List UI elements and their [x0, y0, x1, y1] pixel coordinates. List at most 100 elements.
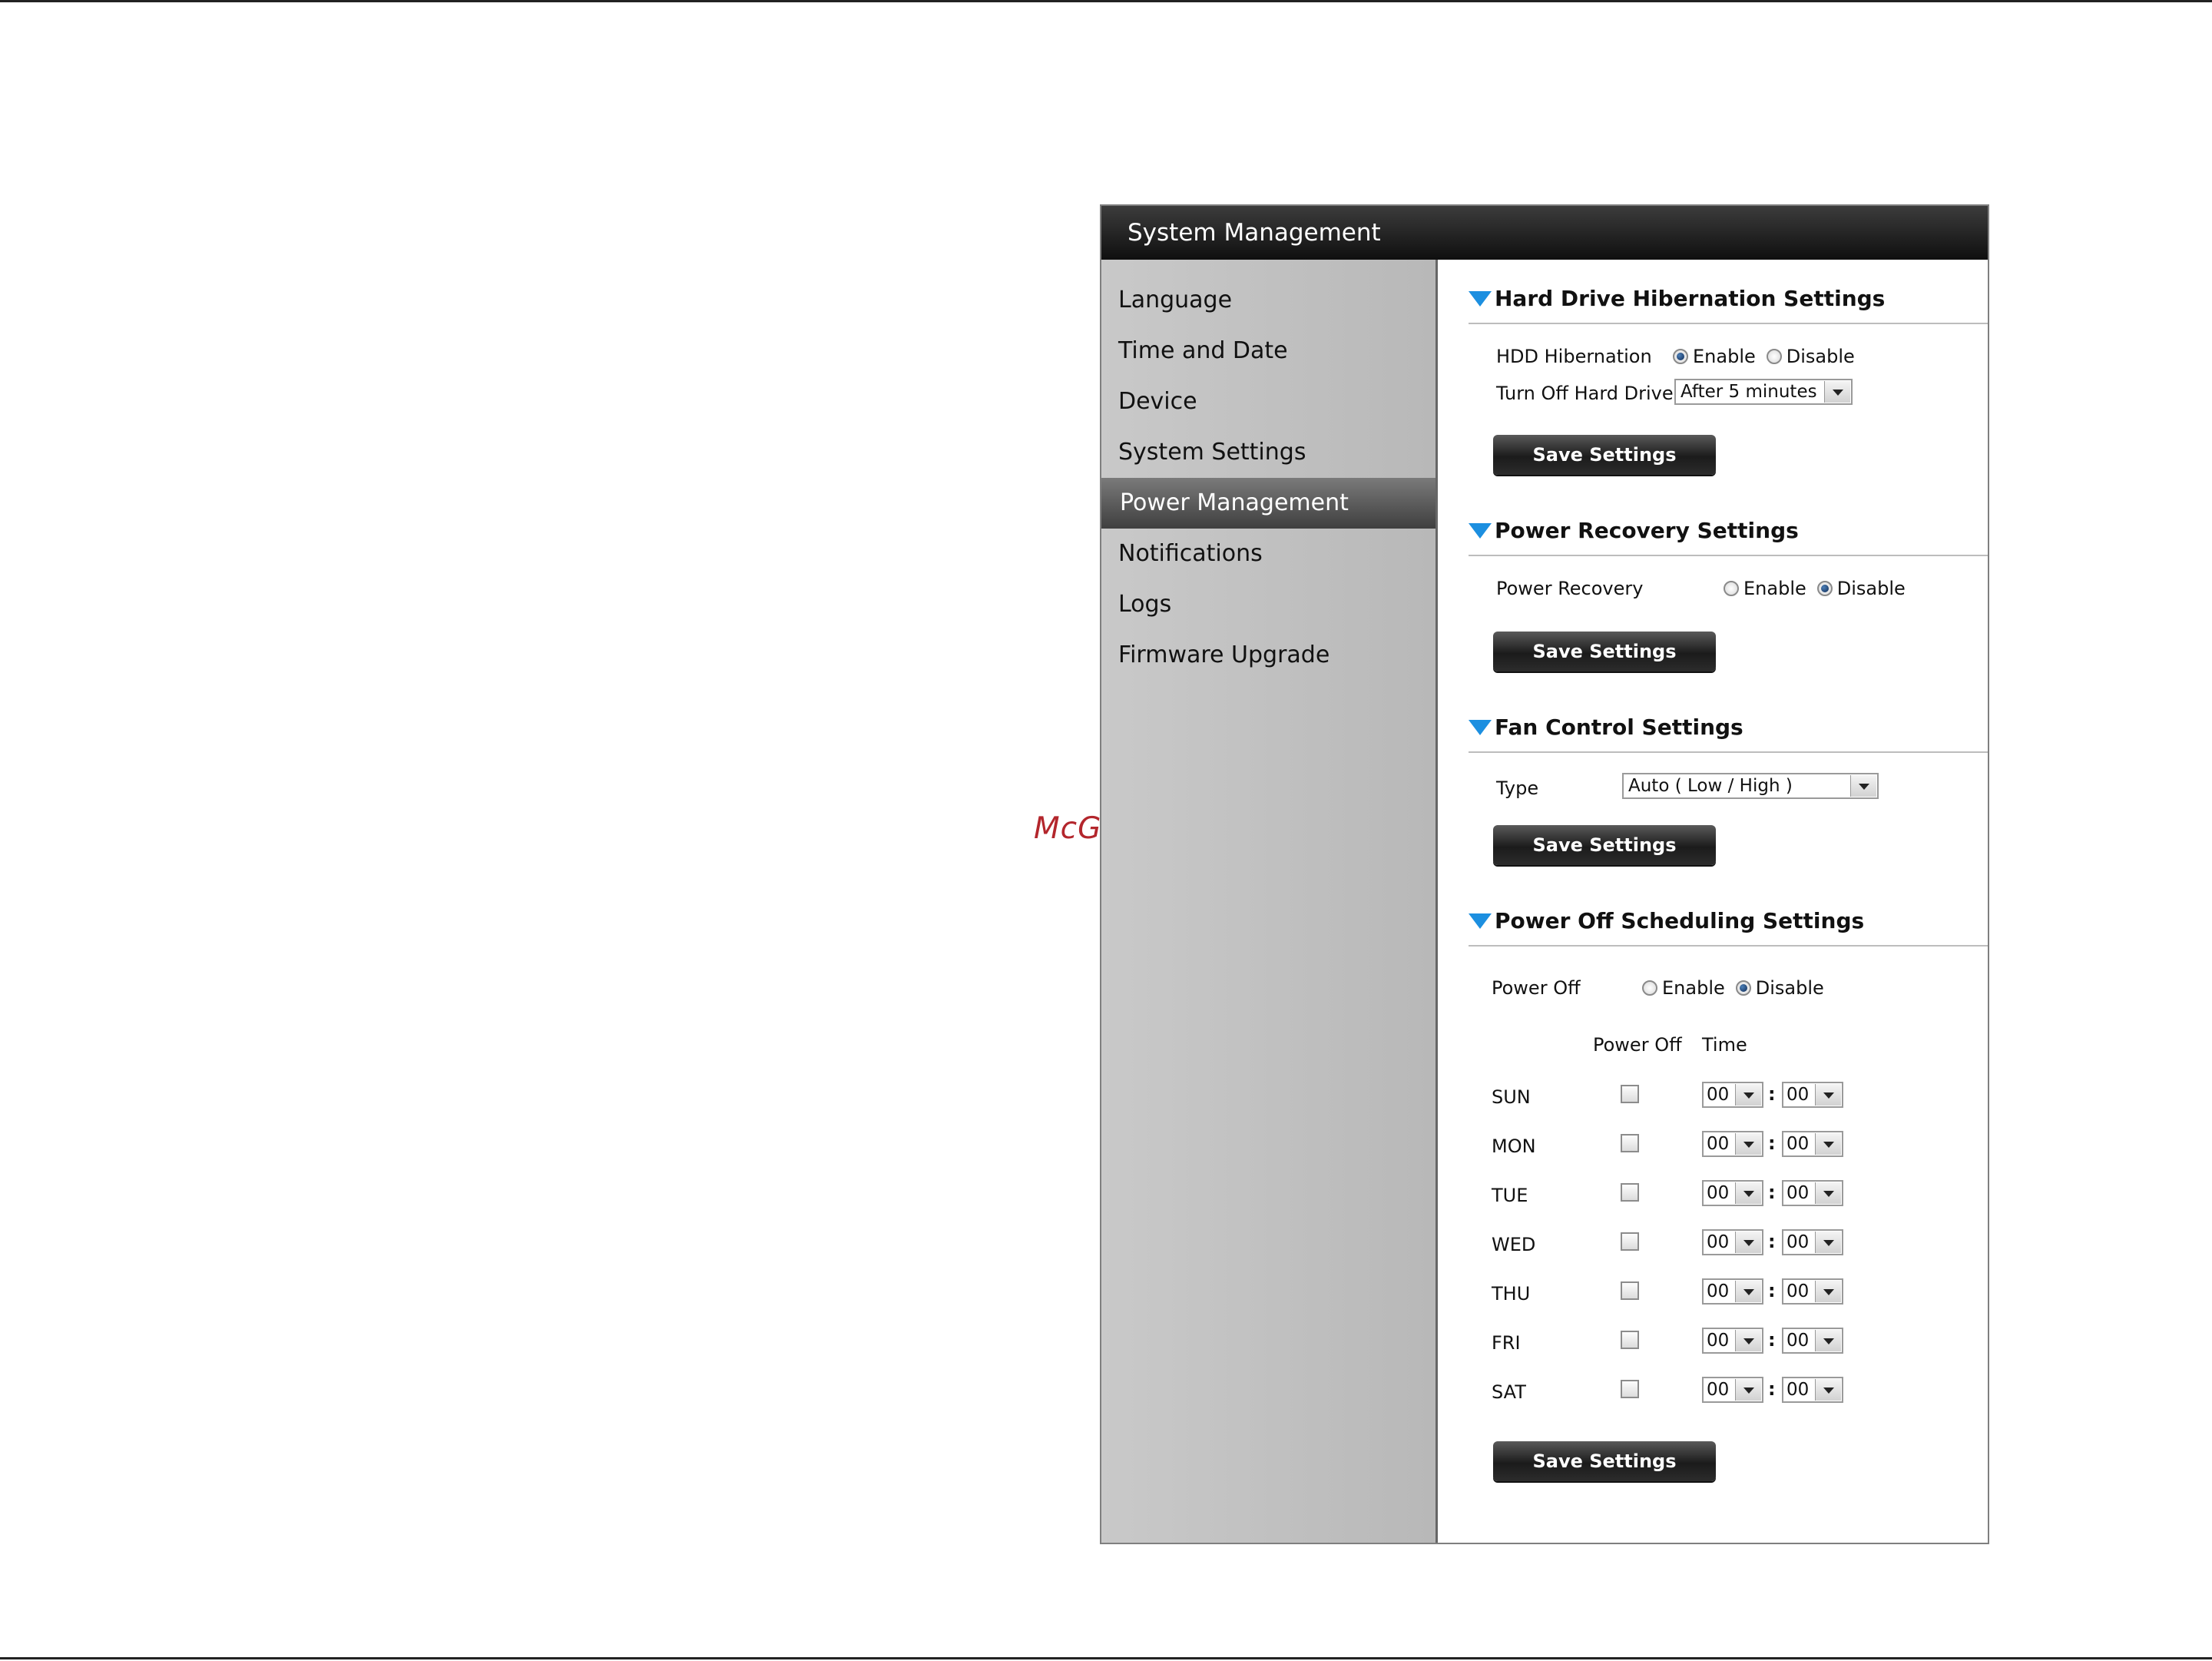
- poweroff-disable-label: Disable: [1755, 977, 1824, 999]
- collapse-triangle-icon[interactable]: [1469, 913, 1492, 929]
- chevron-down-icon[interactable]: [1735, 1379, 1761, 1401]
- recovery-section-title: Power Recovery Settings: [1469, 518, 1799, 543]
- sidebar-item-notifications[interactable]: Notifications: [1101, 529, 1435, 579]
- hour-select[interactable]: 00: [1702, 1082, 1763, 1108]
- hibernation-save-button[interactable]: Save Settings: [1493, 435, 1716, 475]
- sidebar-item-system-settings[interactable]: System Settings: [1101, 427, 1435, 478]
- chevron-down-icon[interactable]: [1815, 1084, 1841, 1106]
- day-power-off-checkbox[interactable]: [1621, 1183, 1639, 1202]
- sidebar-item-power-management[interactable]: Power Management: [1101, 478, 1435, 529]
- recovery-disable-radio[interactable]: [1816, 581, 1833, 596]
- minute-select[interactable]: 00: [1782, 1180, 1843, 1206]
- time-separator: :: [1768, 1231, 1776, 1252]
- chevron-down-icon[interactable]: [1735, 1281, 1761, 1302]
- sidebar-item-logs[interactable]: Logs: [1101, 579, 1435, 630]
- sidebar-item-device[interactable]: Device: [1101, 376, 1435, 427]
- day-power-off-checkbox[interactable]: [1621, 1380, 1639, 1398]
- chevron-down-icon[interactable]: [1735, 1084, 1761, 1106]
- hour-select[interactable]: 00: [1702, 1377, 1763, 1403]
- sidebar: Language Time and Date Device System Set…: [1101, 260, 1438, 1543]
- power-recovery-label: Power Recovery: [1496, 578, 1644, 599]
- minute-select[interactable]: 00: [1782, 1377, 1843, 1403]
- chevron-down-icon[interactable]: [1735, 1133, 1761, 1155]
- hdd-enable-radio[interactable]: [1673, 349, 1688, 364]
- power-recovery-radio-group: Enable Disable: [1724, 578, 1916, 599]
- section-divider: [1469, 945, 1988, 947]
- hour-select[interactable]: 00: [1702, 1131, 1763, 1157]
- hour-value: 00: [1707, 1134, 1730, 1154]
- chevron-down-icon[interactable]: [1735, 1330, 1761, 1351]
- chevron-down-icon[interactable]: [1815, 1281, 1841, 1302]
- col-header-time: Time: [1702, 1034, 1747, 1056]
- collapse-triangle-icon[interactable]: [1469, 719, 1492, 735]
- hour-select[interactable]: 00: [1702, 1180, 1763, 1206]
- recovery-enable-radio[interactable]: [1724, 581, 1739, 596]
- window-title: System Management: [1101, 206, 1988, 260]
- fan-section-title: Fan Control Settings: [1469, 714, 1743, 740]
- hour-value: 00: [1707, 1085, 1730, 1105]
- chevron-down-icon[interactable]: [1815, 1232, 1841, 1253]
- hour-select[interactable]: 00: [1702, 1328, 1763, 1354]
- chevron-down-icon[interactable]: [1735, 1232, 1761, 1253]
- chevron-down-icon[interactable]: [1735, 1182, 1761, 1204]
- content-area: Hard Drive Hibernation Settings HDD Hibe…: [1439, 260, 1988, 1543]
- day-label: TUE: [1492, 1185, 1528, 1206]
- hour-select[interactable]: 00: [1702, 1278, 1763, 1305]
- chevron-down-icon[interactable]: [1815, 1182, 1841, 1204]
- day-label: SAT: [1492, 1381, 1526, 1403]
- time-separator: :: [1768, 1280, 1776, 1301]
- collapse-triangle-icon[interactable]: [1469, 522, 1492, 539]
- turn-off-hard-drives-select[interactable]: After 5 minutes: [1674, 379, 1853, 405]
- turn-off-hard-drives-label: Turn Off Hard Drives: [1496, 383, 1684, 404]
- time-separator: :: [1768, 1378, 1776, 1400]
- day-power-off-checkbox[interactable]: [1621, 1281, 1639, 1300]
- time-separator: :: [1768, 1182, 1776, 1203]
- sidebar-item-time-and-date[interactable]: Time and Date: [1101, 326, 1435, 376]
- schedule-section-title: Power Off Scheduling Settings: [1469, 908, 1864, 933]
- day-power-off-checkbox[interactable]: [1621, 1085, 1639, 1103]
- day-power-off-checkbox[interactable]: [1621, 1331, 1639, 1349]
- minute-select[interactable]: 00: [1782, 1328, 1843, 1354]
- fan-save-button[interactable]: Save Settings: [1493, 825, 1716, 865]
- minute-value: 00: [1786, 1134, 1810, 1154]
- power-off-label: Power Off: [1492, 977, 1581, 999]
- day-power-off-checkbox[interactable]: [1621, 1232, 1639, 1251]
- minute-value: 00: [1786, 1380, 1810, 1400]
- minute-select[interactable]: 00: [1782, 1082, 1843, 1108]
- recovery-disable-label: Disable: [1836, 578, 1906, 599]
- chevron-down-icon[interactable]: [1815, 1330, 1841, 1351]
- chevron-down-icon[interactable]: [1815, 1379, 1841, 1401]
- top-rule: [0, 0, 2212, 2]
- sidebar-item-language[interactable]: Language: [1101, 275, 1435, 326]
- day-label: WED: [1492, 1234, 1536, 1255]
- hdd-enable-label: Enable: [1693, 346, 1756, 367]
- section-title-text: Power Off Scheduling Settings: [1495, 908, 1865, 933]
- hour-value: 00: [1707, 1331, 1730, 1351]
- poweroff-disable-radio[interactable]: [1735, 980, 1751, 996]
- minute-select[interactable]: 00: [1782, 1229, 1843, 1255]
- section-divider: [1469, 555, 1988, 556]
- sidebar-item-firmware-upgrade[interactable]: Firmware Upgrade: [1101, 630, 1435, 681]
- time-separator: :: [1768, 1329, 1776, 1351]
- chevron-down-icon[interactable]: [1824, 381, 1850, 403]
- poweroff-enable-radio[interactable]: [1642, 980, 1657, 996]
- recovery-save-button[interactable]: Save Settings: [1493, 632, 1716, 671]
- minute-value: 00: [1786, 1281, 1810, 1301]
- section-title-text: Power Recovery Settings: [1495, 518, 1799, 543]
- hour-select[interactable]: 00: [1702, 1229, 1763, 1255]
- fan-type-select[interactable]: Auto ( Low / High ): [1622, 773, 1879, 799]
- day-power-off-checkbox[interactable]: [1621, 1134, 1639, 1152]
- chevron-down-icon[interactable]: [1815, 1133, 1841, 1155]
- minute-value: 00: [1786, 1331, 1810, 1351]
- day-label: FRI: [1492, 1332, 1521, 1354]
- chevron-down-icon[interactable]: [1850, 775, 1876, 797]
- minute-select[interactable]: 00: [1782, 1278, 1843, 1305]
- collapse-triangle-icon[interactable]: [1469, 290, 1492, 307]
- hdd-hibernation-radio-group: Enable Disable: [1673, 346, 1866, 367]
- hdd-disable-label: Disable: [1786, 346, 1855, 367]
- day-label: MON: [1492, 1136, 1536, 1157]
- minute-value: 00: [1786, 1085, 1810, 1105]
- schedule-save-button[interactable]: Save Settings: [1493, 1441, 1716, 1481]
- minute-select[interactable]: 00: [1782, 1131, 1843, 1157]
- hdd-disable-radio[interactable]: [1766, 349, 1782, 364]
